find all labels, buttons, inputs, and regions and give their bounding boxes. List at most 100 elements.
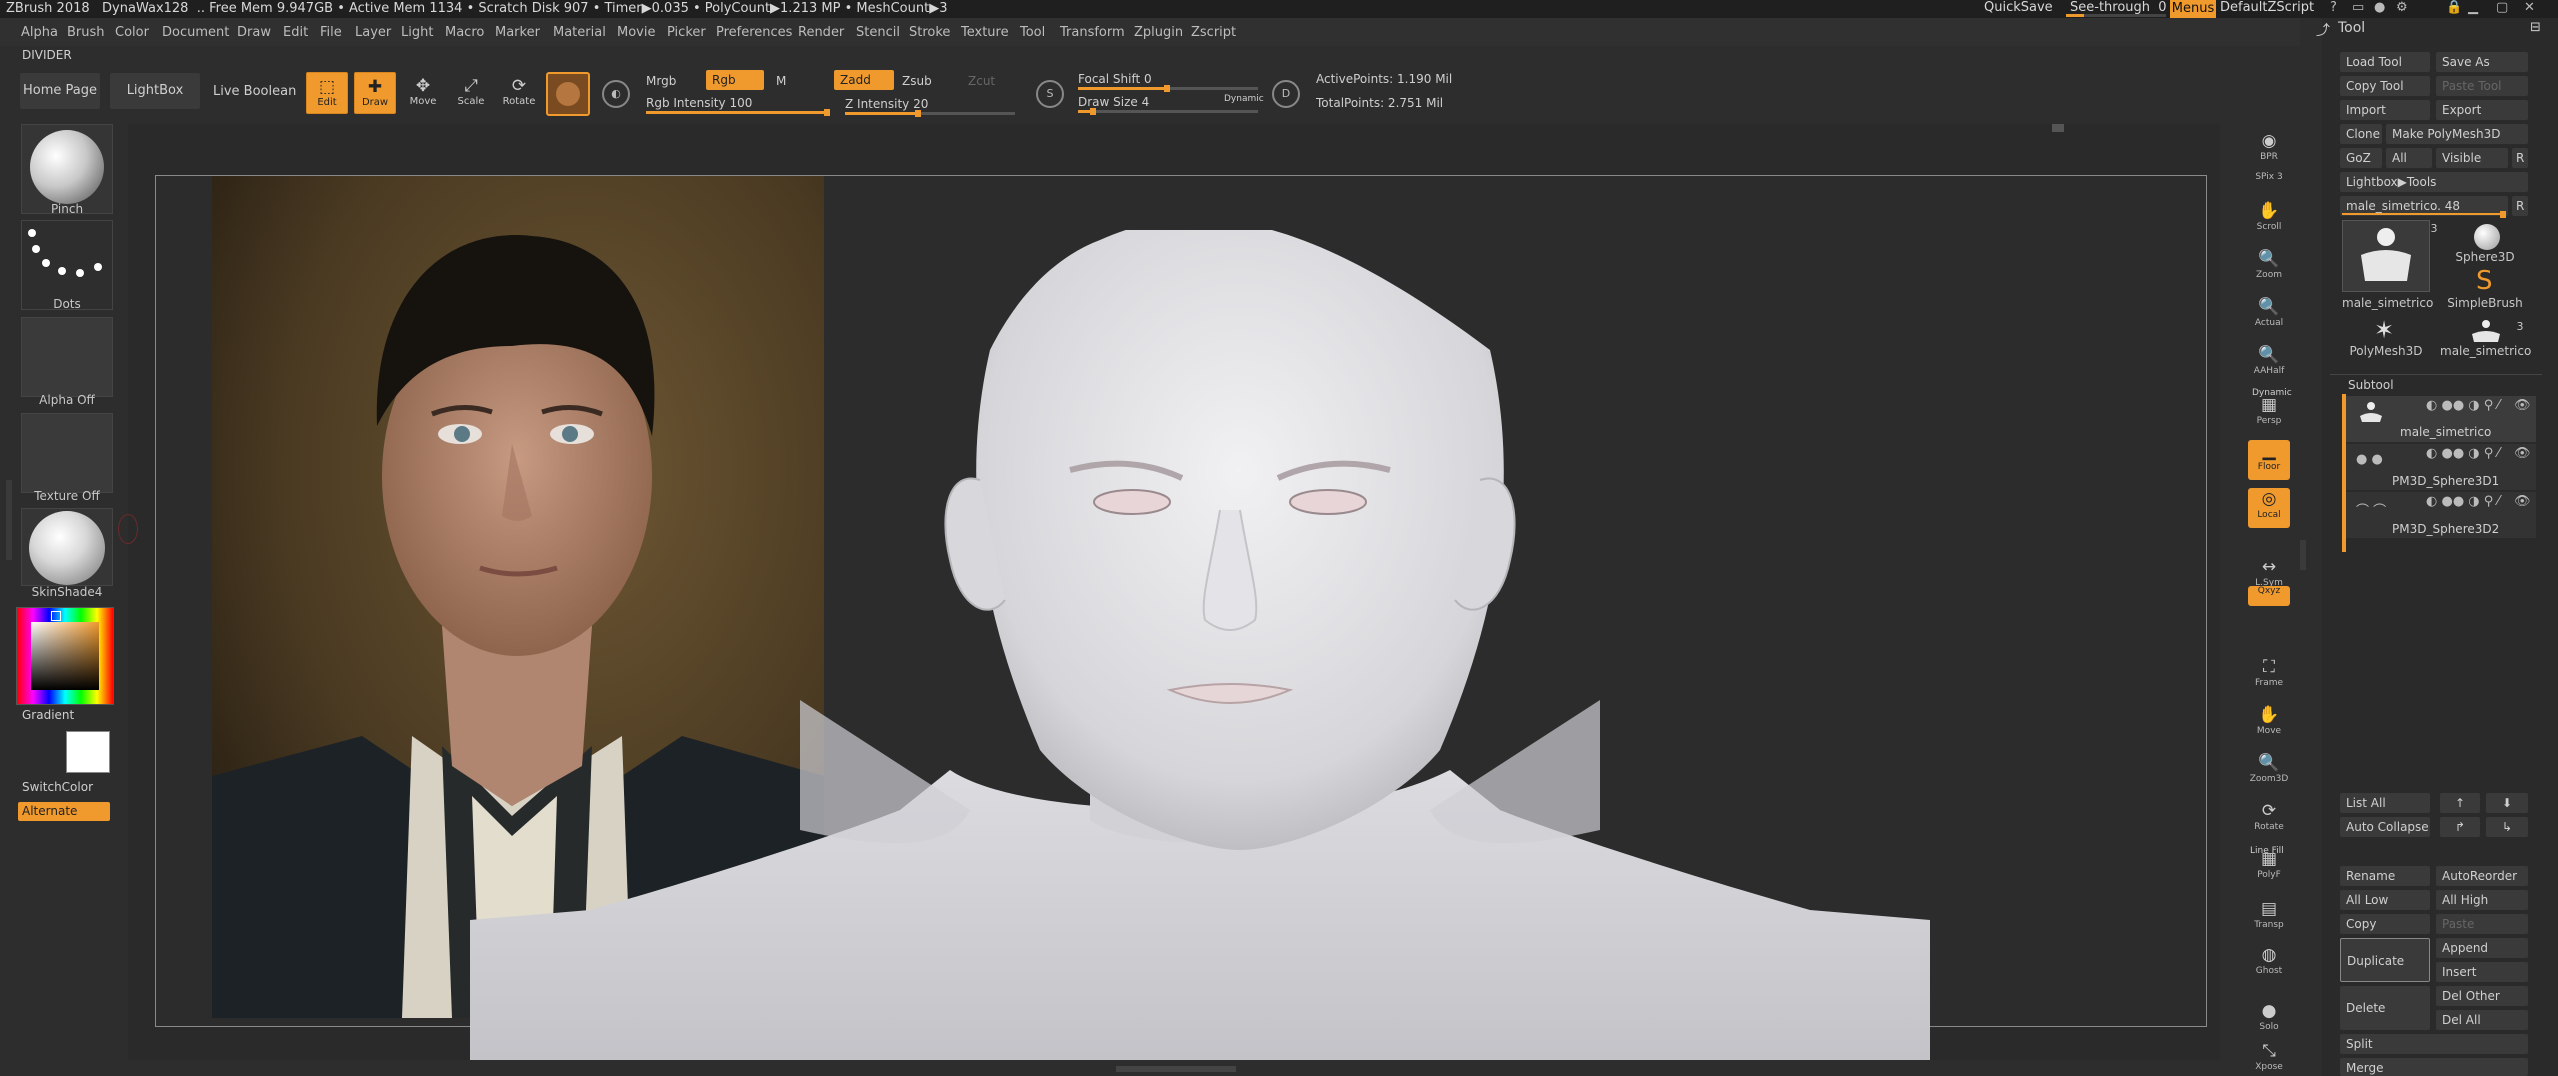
shelf-xyz-button[interactable]: ⊕Qxyz xyxy=(2248,586,2290,606)
menu-texture[interactable]: Texture xyxy=(961,25,1009,40)
3d-head-model[interactable] xyxy=(470,218,2070,1060)
primary-color-swatch[interactable] xyxy=(66,731,110,773)
saturation-square[interactable] xyxy=(31,622,99,690)
shelf-bpr-button[interactable]: ◉ BPR xyxy=(2248,130,2290,170)
switch-color-button[interactable]: SwitchColor xyxy=(22,780,93,794)
m-toggle[interactable]: M xyxy=(776,74,786,88)
goz-button[interactable]: GoZ xyxy=(2340,148,2382,168)
menu-transform[interactable]: Transform xyxy=(1060,25,1125,40)
color-picker[interactable] xyxy=(16,607,114,705)
menu-alpha[interactable]: Alpha xyxy=(21,25,58,40)
move-button[interactable]: ✥ Move xyxy=(402,72,444,114)
palette-icon[interactable]: ● xyxy=(2374,0,2385,15)
alternate-button[interactable]: Alternate xyxy=(18,802,110,821)
focal-shift-icon[interactable]: S xyxy=(1036,80,1064,108)
material-swatch-button[interactable] xyxy=(546,72,590,116)
menu-color[interactable]: Color xyxy=(115,25,149,40)
all-high-button[interactable]: All High xyxy=(2436,890,2528,910)
insert-button[interactable]: Insert xyxy=(2436,962,2528,982)
shelf-solo-button[interactable]: ● Solo xyxy=(2248,1000,2290,1040)
tool-thumb-male-simetrico[interactable] xyxy=(2342,220,2430,292)
help-icon[interactable]: ? xyxy=(2330,0,2337,15)
shelf-polyf-button[interactable]: ▦ PolyF xyxy=(2248,848,2290,888)
move-down-icon[interactable]: ⬇ xyxy=(2486,793,2528,813)
load-tool-button[interactable]: Load Tool xyxy=(2340,52,2430,72)
right-tray-handle[interactable] xyxy=(2300,540,2306,570)
texture-picker[interactable] xyxy=(21,413,113,493)
mrgb-toggle[interactable]: Mrgb xyxy=(646,74,676,88)
zadd-toggle[interactable]: Zadd xyxy=(834,70,894,90)
shelf-zoom-button[interactable]: 🔍 Zoom xyxy=(2248,248,2290,288)
subtool-2-toggles-icon[interactable]: ◐ ●● ◑ ⚲ ⁄ xyxy=(2426,446,2500,461)
shelf-ghost-button[interactable]: ◍ Ghost xyxy=(2248,944,2290,984)
brush-picker[interactable] xyxy=(21,124,113,214)
subtool-1-eye-icon[interactable]: 👁 xyxy=(2514,398,2531,413)
see-through-label[interactable]: See-through 0 xyxy=(2070,0,2167,15)
subtool-3-eye-icon[interactable]: 👁 xyxy=(2514,494,2531,509)
menu-layer[interactable]: Layer xyxy=(355,25,391,40)
rgb-intensity-slider[interactable] xyxy=(646,109,830,116)
focal-shift-slider[interactable] xyxy=(1078,85,1258,92)
menu-brush[interactable]: Brush xyxy=(67,25,105,40)
shelf-zoom3d-button[interactable]: 🔍 Zoom3D xyxy=(2248,752,2290,792)
z-intensity-slider[interactable] xyxy=(845,110,1015,117)
live-boolean-button[interactable]: Live Boolean xyxy=(213,84,296,99)
paste-tool-button[interactable]: Paste Tool xyxy=(2436,76,2528,96)
tool-picker-icon[interactable]: ⤴ xyxy=(2316,20,2330,40)
shelf-frame-button[interactable]: ⛶ Frame xyxy=(2248,656,2290,696)
subtool-2-eye-icon[interactable]: 👁 xyxy=(2514,446,2531,461)
material-picker[interactable] xyxy=(21,508,113,586)
rename-button[interactable]: Rename xyxy=(2340,866,2430,886)
hue-marker[interactable] xyxy=(51,611,61,621)
zsub-toggle[interactable]: Zsub xyxy=(902,74,932,88)
settings-icon[interactable]: ⚙ xyxy=(2396,0,2408,15)
make-polymesh-button[interactable]: Make PolyMesh3D xyxy=(2386,124,2528,144)
menu-material[interactable]: Material xyxy=(553,25,606,40)
list-all-button[interactable]: List All xyxy=(2340,793,2430,813)
current-tool-slider-track[interactable] xyxy=(2342,211,2506,218)
sphere3d-icon[interactable] xyxy=(2474,224,2500,250)
shelf-rotate-button[interactable]: ⟳ Rotate xyxy=(2248,800,2290,840)
shelf-actual-button[interactable]: 🔍 Actual xyxy=(2248,296,2290,336)
canvas-scroll-handle[interactable] xyxy=(2052,124,2064,132)
zcut-toggle[interactable]: Zcut xyxy=(968,74,995,88)
lightbox-button[interactable]: LightBox xyxy=(110,73,200,109)
shelf-aahalf-button[interactable]: 🔍 AAHalf xyxy=(2248,344,2290,384)
rotate-button[interactable]: ⟳ Rotate xyxy=(498,72,540,114)
del-all-button[interactable]: Del All xyxy=(2436,1010,2528,1030)
menu-light[interactable]: Light xyxy=(401,25,433,40)
edit-button[interactable]: ⬚ Edit xyxy=(306,72,348,114)
shelf-move-button[interactable]: ✋ Move xyxy=(2248,704,2290,744)
arrow-right-up-icon[interactable]: ↱ xyxy=(2440,817,2480,837)
goz-visible-button[interactable]: Visible xyxy=(2436,148,2508,168)
all-low-button[interactable]: All Low xyxy=(2340,890,2430,910)
menu-stroke[interactable]: Stroke xyxy=(909,25,950,40)
menu-render[interactable]: Render xyxy=(798,25,844,40)
shelf-local-button[interactable]: ◎ Local xyxy=(2248,488,2290,528)
auto-collapse-button[interactable]: Auto Collapse xyxy=(2340,817,2430,837)
secondary-color-swatch[interactable] xyxy=(18,731,62,773)
default-zscript-button[interactable]: DefaultZScript xyxy=(2220,0,2314,15)
menu-document[interactable]: Document xyxy=(162,25,229,40)
menu-file[interactable]: File xyxy=(320,25,342,40)
brush-settings-icon[interactable]: D xyxy=(1272,80,1300,108)
copy-tool-button[interactable]: Copy Tool xyxy=(2340,76,2430,96)
color-sphere-icon[interactable]: ◐ xyxy=(602,80,630,108)
append-button[interactable]: Append xyxy=(2436,938,2528,958)
merge-button[interactable]: Merge xyxy=(2340,1058,2528,1076)
see-through-slider[interactable] xyxy=(2066,14,2166,17)
menu-zplugin[interactable]: Zplugin xyxy=(1134,25,1183,40)
menu-tool[interactable]: Tool xyxy=(1020,25,1045,40)
home-page-button[interactable]: Home Page xyxy=(20,73,100,109)
menu-movie[interactable]: Movie xyxy=(617,25,655,40)
auto-reorder-button[interactable]: AutoReorder xyxy=(2436,866,2528,886)
move-up-icon[interactable]: ↑ xyxy=(2440,793,2480,813)
polymesh3d-icon[interactable]: ✶ xyxy=(2374,318,2394,342)
lock-icon[interactable]: 🔒 xyxy=(2446,0,2462,15)
shelf-transp-button[interactable]: ▤ Transp xyxy=(2248,898,2290,938)
subtool-title[interactable]: Subtool xyxy=(2348,378,2394,392)
menus-button[interactable]: Menus xyxy=(2170,0,2216,18)
simplebrush-icon[interactable]: S xyxy=(2476,268,2493,294)
subtool-1-toggles-icon[interactable]: ◐ ●● ◑ ⚲ ⁄ xyxy=(2426,398,2500,413)
minimize-icon[interactable]: ▁ xyxy=(2468,0,2478,15)
